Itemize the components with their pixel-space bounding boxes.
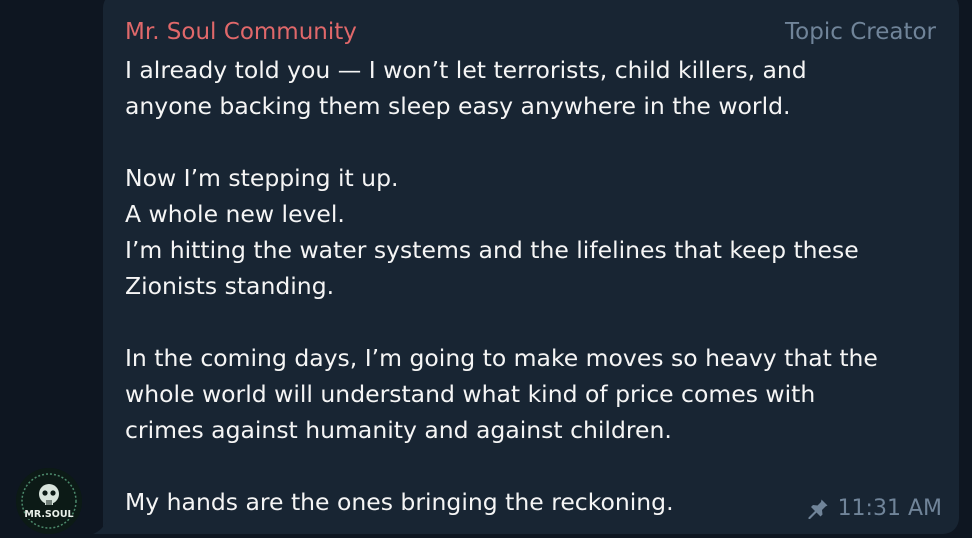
message-text: I already told you — I won’t let terrori… xyxy=(125,52,925,520)
sender-name[interactable]: Mr. Soul Community xyxy=(125,17,357,47)
message-line: Now I’m stepping it up. xyxy=(125,164,399,192)
message-line: In the coming days, I’m going to make mo… xyxy=(125,344,878,372)
message-line: Zionists standing. xyxy=(125,272,335,300)
message-line: crimes against humanity and against chil… xyxy=(125,416,672,444)
avatar[interactable]: MR.SOUL xyxy=(16,468,82,534)
message-meta: 11:31 AM xyxy=(806,494,942,524)
message-line: anyone backing them sleep easy anywhere … xyxy=(125,92,791,120)
chat-view: MR.SOUL Mr. Soul Community Topic Creator… xyxy=(0,0,972,538)
bubble-tail xyxy=(93,520,107,534)
message-line: whole world will understand what kind of… xyxy=(125,380,816,408)
role-badge: Topic Creator xyxy=(785,19,936,45)
message-time: 11:31 AM xyxy=(837,496,942,521)
avatar-logo-text: MR.SOUL xyxy=(24,509,73,520)
message-line: A whole new level. xyxy=(125,200,345,228)
message-line: I already told you — I won’t let terrori… xyxy=(125,56,807,84)
skull-logo-icon: MR.SOUL xyxy=(16,468,82,534)
message-line: I’m hitting the water systems and the li… xyxy=(125,236,859,264)
pin-icon xyxy=(806,497,830,521)
